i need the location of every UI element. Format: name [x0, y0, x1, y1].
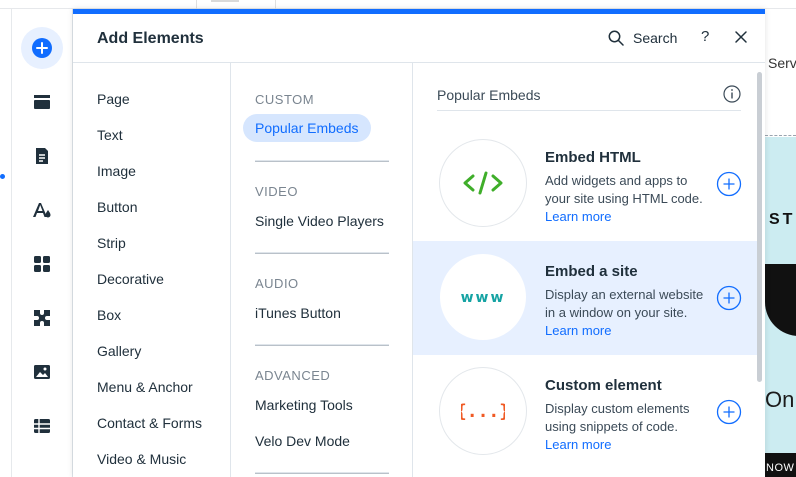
learn-more-link[interactable]: Learn more: [545, 437, 611, 452]
card-description: Display custom elements using snippets o…: [545, 400, 710, 454]
canvas-text-on: On: [765, 387, 795, 412]
content-header: Popular Embeds: [437, 85, 741, 111]
braces-icon-text: {...}: [461, 401, 505, 422]
card-desc-text: Display custom elements using snippets o…: [545, 401, 690, 434]
category-strip[interactable]: Strip: [97, 235, 126, 251]
www-icon: www: [461, 290, 506, 305]
learn-more-link[interactable]: Learn more: [545, 323, 611, 338]
card-desc-text: Display an external website in a window …: [545, 287, 704, 320]
canvas-preview: Serv ST On NOW: [765, 9, 796, 477]
section-title-audio: AUDIO: [255, 276, 299, 291]
card-title: Custom element: [545, 377, 662, 394]
category-video-music[interactable]: Video & Music: [97, 451, 186, 467]
subcategory-list: CUSTOM Popular Embeds VIDEO Single Video…: [231, 63, 413, 477]
add-icon[interactable]: [716, 171, 742, 197]
search-button[interactable]: Search: [608, 28, 677, 48]
card-title: Embed HTML: [545, 149, 641, 166]
card-description: Add widgets and apps to your site using …: [545, 172, 710, 226]
plus-circle-icon: [32, 38, 52, 58]
card-desc-text: Add widgets and apps to your site using …: [545, 173, 703, 206]
section-divider: [255, 344, 389, 346]
add-elements-panel: Add Elements Search ? Page Text Image Bu…: [73, 9, 765, 477]
help-button[interactable]: ?: [701, 28, 709, 45]
search-icon: [608, 30, 624, 46]
category-list: Page Text Image Button Strip Decorative …: [73, 63, 231, 477]
category-box[interactable]: Box: [97, 307, 121, 323]
canvas-text: Serv: [768, 55, 796, 71]
add-elements-button[interactable]: [21, 27, 63, 69]
subcategory-single-video-players[interactable]: Single Video Players: [255, 213, 384, 229]
section-divider: [255, 160, 389, 162]
code-icon: [463, 171, 503, 195]
add-icon[interactable]: [716, 399, 742, 425]
table-icon: [34, 419, 50, 433]
category-image[interactable]: Image: [97, 163, 136, 179]
canvas-shape: [765, 264, 796, 336]
card-description: Display an external website in a window …: [545, 286, 710, 340]
braces-icon: {...}: [461, 401, 505, 422]
media-button[interactable]: [21, 351, 63, 393]
panel-header: Add Elements Search ?: [73, 14, 765, 63]
card-title: Embed a site: [545, 263, 638, 280]
category-contact-forms[interactable]: Contact & Forms: [97, 415, 202, 431]
subcategory-velo-dev-mode[interactable]: Velo Dev Mode: [255, 433, 350, 449]
text-color-icon: [33, 203, 51, 218]
elements-content: Popular Embeds Embed HTML Add widgets an…: [413, 63, 765, 477]
rail-indicator-dot: [0, 174, 5, 179]
close-icon[interactable]: [733, 29, 749, 45]
panel-title: Add Elements: [97, 30, 204, 47]
category-gallery[interactable]: Gallery: [97, 343, 141, 359]
category-menu-anchor[interactable]: Menu & Anchor: [97, 379, 193, 395]
www-icon-text: www: [461, 290, 506, 305]
section-title-advanced: ADVANCED: [255, 368, 331, 383]
custom-element-thumbnail: {...}: [439, 367, 527, 455]
puzzle-icon: [34, 310, 50, 326]
editor-top-bar: [0, 0, 796, 9]
embed-html-card[interactable]: Embed HTML Add widgets and apps to your …: [413, 127, 757, 241]
category-button[interactable]: Button: [97, 199, 137, 215]
top-tab[interactable]: [196, 0, 276, 9]
section-divider: [765, 135, 796, 136]
info-icon[interactable]: [723, 85, 741, 103]
category-page[interactable]: Page: [97, 91, 130, 107]
page-icon: [36, 148, 48, 164]
subcategory-marketing-tools[interactable]: Marketing Tools: [255, 397, 353, 413]
tab-indicator: [211, 0, 239, 2]
pages-button[interactable]: [21, 135, 63, 177]
custom-element-card[interactable]: {...} Custom element Display custom elem…: [413, 355, 757, 469]
category-text[interactable]: Text: [97, 127, 123, 143]
canvas-button-text: NOW: [765, 458, 796, 477]
image-icon: [34, 365, 50, 379]
content-title: Popular Embeds: [437, 87, 541, 103]
section-divider: [255, 252, 389, 254]
embed-site-card[interactable]: www Embed a site Display an external web…: [413, 241, 757, 355]
category-decorative[interactable]: Decorative: [97, 271, 164, 287]
rail-divider: [11, 9, 12, 477]
left-toolbar: [0, 9, 73, 477]
business-apps-button[interactable]: [21, 297, 63, 339]
theme-button[interactable]: [21, 189, 63, 231]
section-title-video: VIDEO: [255, 184, 298, 199]
canvas-image: ST On: [765, 137, 796, 467]
canvas-heading: ST: [769, 211, 796, 228]
section-title-custom: CUSTOM: [255, 92, 315, 107]
add-icon[interactable]: [716, 285, 742, 311]
embed-html-thumbnail: [439, 139, 527, 227]
embed-site-thumbnail: www: [439, 253, 527, 341]
section-divider: [255, 472, 389, 474]
sections-button[interactable]: [21, 81, 63, 123]
sections-icon: [34, 95, 50, 109]
apps-button[interactable]: [21, 243, 63, 285]
subcategory-popular-embeds[interactable]: Popular Embeds: [243, 114, 371, 142]
subcategory-itunes-button[interactable]: iTunes Button: [255, 305, 341, 321]
content-scrollbar[interactable]: [757, 72, 762, 382]
learn-more-link[interactable]: Learn more: [545, 209, 611, 224]
grid-icon: [34, 256, 50, 272]
search-label: Search: [633, 30, 678, 46]
editor-window: Serv ST On NOW Add Elements Search ? Pag…: [0, 0, 796, 477]
cms-button[interactable]: [21, 405, 63, 447]
